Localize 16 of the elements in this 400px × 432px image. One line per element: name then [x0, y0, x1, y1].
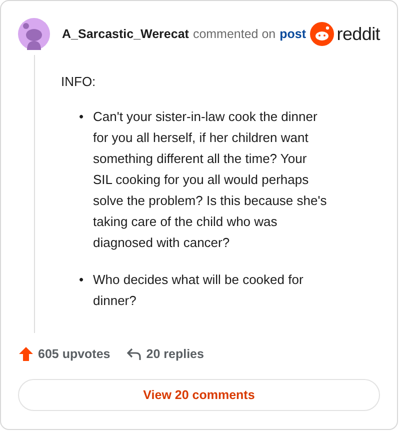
action-text: commented on [192, 27, 276, 41]
comment-point: Who decides what will be cooked for dinner? [93, 271, 304, 310]
username[interactable]: A_Sarcastic_Werecat [62, 27, 189, 41]
view-comments-button[interactable]: View 20 comments [18, 379, 380, 411]
alien-logo-icon [310, 22, 334, 46]
brand-name: reddit [336, 24, 380, 44]
comment-point: Can't your sister-in-law cook the dinner for you all herself, if her children want something different all the time? Your SIL cooking for you all would perhaps solve the problem? Is this because she's taking care of the child who was diagnosed with cancer? [93, 108, 328, 252]
avatar-icon [18, 18, 50, 50]
upvote-icon[interactable] [18, 346, 34, 362]
bullet-marker: • [79, 108, 85, 126]
bullet-marker: • [79, 271, 85, 289]
reply-icon[interactable] [126, 346, 142, 362]
comment-intro: INFO: [61, 73, 97, 91]
post-link[interactable]: post [280, 27, 306, 41]
upvote-count: 605 upvotes [38, 347, 110, 361]
reply-count: 20 replies [146, 347, 204, 361]
